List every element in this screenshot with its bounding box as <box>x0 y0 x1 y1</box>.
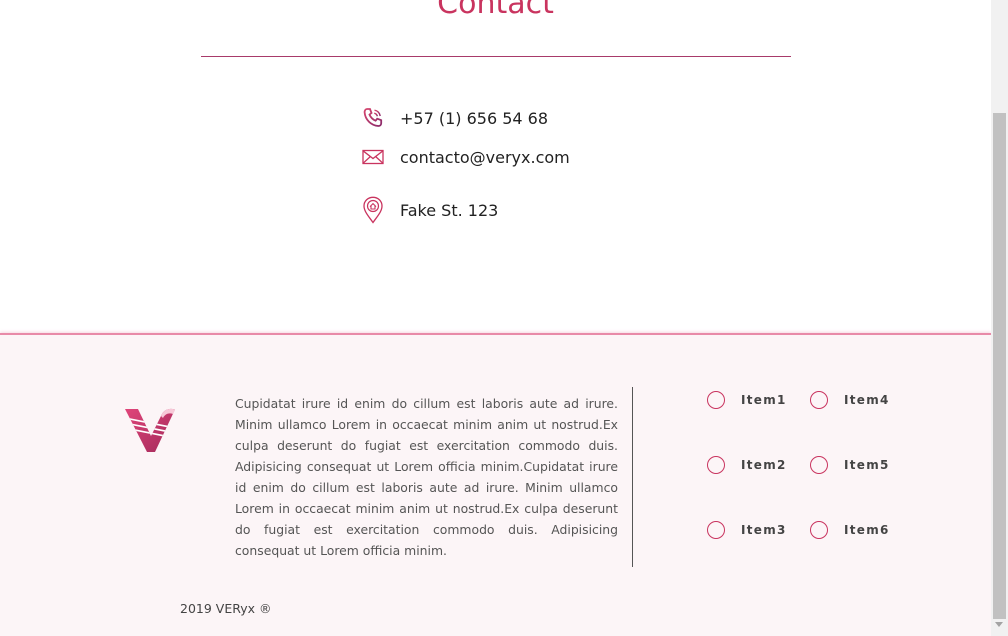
footer-divider <box>632 387 633 567</box>
footer-description: Cupidatat irure id enim do cillum est la… <box>235 396 618 558</box>
phone-row: +57 (1) 656 54 68 <box>361 106 548 130</box>
footer-item-label[interactable]: Item3 <box>741 523 787 537</box>
circle-icon[interactable] <box>810 391 828 409</box>
footer-item-label[interactable]: Item5 <box>844 458 890 472</box>
v-logo <box>125 406 179 456</box>
title-divider <box>201 56 791 57</box>
footer-item-label[interactable]: Item2 <box>741 458 787 472</box>
email-address[interactable]: contacto@veryx.com <box>400 148 570 167</box>
circle-icon[interactable] <box>707 391 725 409</box>
vertical-scrollbar[interactable] <box>991 0 1008 636</box>
footer: Cupidatat irure id enim do cillum est la… <box>0 333 991 636</box>
circle-icon[interactable] <box>810 456 828 474</box>
footer-item-5[interactable]: Item5 <box>810 456 890 474</box>
footer-item-label[interactable]: Item4 <box>844 393 890 407</box>
address-row: Fake St. 123 <box>361 196 498 224</box>
footer-item-4[interactable]: Item4 <box>810 391 890 409</box>
page: Contact +57 (1) 656 54 68 contacto@veryx… <box>0 0 1008 636</box>
footer-item-1[interactable]: Item1 <box>707 391 787 409</box>
phone-number[interactable]: +57 (1) 656 54 68 <box>400 109 548 128</box>
phone-icon <box>361 106 385 130</box>
scroll-down-arrow-icon[interactable] <box>995 622 1003 627</box>
street-address: Fake St. 123 <box>400 200 499 220</box>
footer-item-label[interactable]: Item1 <box>741 393 787 407</box>
email-row: contacto@veryx.com <box>361 145 570 169</box>
scrollbar-thumb[interactable] <box>993 113 1006 619</box>
circle-icon[interactable] <box>707 521 725 539</box>
contact-title: Contact <box>437 0 554 21</box>
circle-icon[interactable] <box>707 456 725 474</box>
envelope-icon <box>361 145 385 169</box>
circle-icon[interactable] <box>810 521 828 539</box>
copyright-text: 2019 VERyx ® <box>180 601 272 616</box>
footer-item-6[interactable]: Item6 <box>810 521 890 539</box>
location-pin-icon <box>361 196 385 224</box>
footer-item-3[interactable]: Item3 <box>707 521 787 539</box>
footer-item-label[interactable]: Item6 <box>844 523 890 537</box>
footer-item-2[interactable]: Item2 <box>707 456 787 474</box>
